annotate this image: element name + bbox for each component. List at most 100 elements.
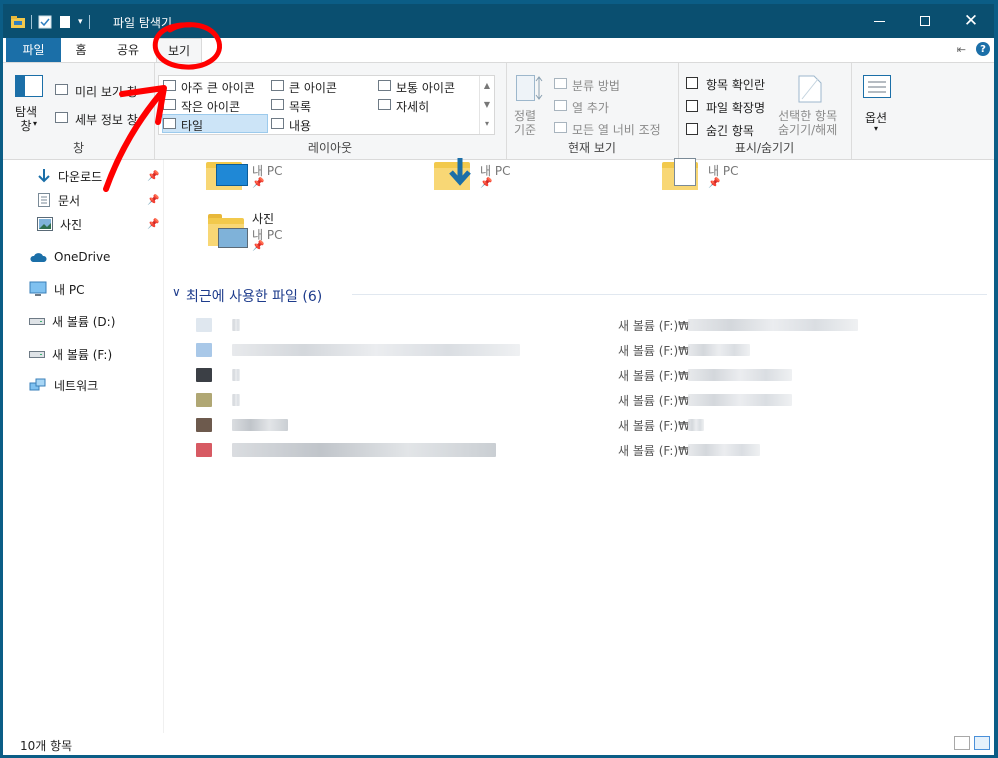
nav-pane-button[interactable]: 탐색 창 ▾ [13, 75, 43, 141]
group-label-show-hide: 표시/숨기기 [734, 141, 795, 155]
hidden-items-toggle[interactable]: 숨긴 항목 [686, 121, 776, 139]
properties-icon[interactable] [38, 15, 52, 29]
file-location: 새 볼륨 (F:)₩ [618, 344, 690, 358]
nav-item-pictures[interactable]: 사진 [37, 214, 82, 234]
nav-item-drive-d[interactable]: 새 볼륨 (D:) [29, 311, 115, 331]
file-extensions-toggle[interactable]: 파일 확장명 [686, 98, 776, 116]
layout-extra-large-icons[interactable]: 아주 큰 아이콘 [163, 78, 267, 95]
recent-file-row[interactable]: 새 볼륨 (F:)₩ [164, 414, 984, 436]
medium-icons-icon [378, 80, 391, 91]
item-checkboxes-toggle[interactable]: 항목 확인란 [686, 75, 776, 93]
layout-tiles[interactable]: 타일 [163, 116, 267, 133]
tile-pictures[interactable]: 사진 내 PC 📌 [208, 208, 408, 256]
add-columns-button[interactable]: 열 추가 [554, 97, 674, 115]
file-location: 새 볼륨 (F:)₩ [618, 419, 690, 433]
file-type-icon [196, 443, 212, 457]
tab-share[interactable]: 공유 [106, 38, 150, 62]
checkbox[interactable] [686, 100, 698, 112]
close-icon: ✕ [963, 10, 979, 31]
recent-file-row[interactable]: 새 볼륨 (F:)₩ [164, 389, 984, 411]
tab-home[interactable]: 홈 [61, 38, 101, 62]
group-by-button[interactable]: 분류 방법 [554, 75, 674, 93]
scroll-down-icon[interactable]: ▼ [480, 95, 494, 114]
nav-item-label: 사진 [60, 217, 83, 232]
file-type-icon [196, 418, 212, 432]
nav-item-label: 문서 [58, 193, 81, 208]
layout-item-label: 큰 아이콘 [289, 81, 337, 95]
layout-medium-icons[interactable]: 보통 아이콘 [378, 78, 478, 95]
pin-ribbon-icon[interactable]: ⇤ [957, 43, 966, 56]
tab-file[interactable]: 파일 [6, 38, 61, 62]
nav-item-network[interactable]: 네트워크 [29, 375, 98, 395]
layout-large-icons[interactable]: 큰 아이콘 [271, 78, 371, 95]
layout-details[interactable]: 자세히 [378, 97, 478, 114]
maximize-button[interactable] [902, 4, 948, 38]
options-button[interactable]: 옵션 ▾ [855, 75, 899, 141]
minimize-button[interactable] [856, 4, 902, 38]
large-icons-view-button[interactable] [974, 736, 990, 750]
nav-item-drive-f[interactable]: 새 볼륨 (F:) [29, 344, 112, 364]
scroll-up-icon[interactable]: ▲ [480, 76, 494, 95]
tile-desktop[interactable]: 내 PC 📌 [206, 160, 406, 194]
close-button[interactable]: ✕ [948, 4, 994, 38]
size-all-columns-button[interactable]: 모든 열 너비 조정 [554, 119, 676, 137]
group-layout: 아주 큰 아이콘 큰 아이콘 보통 아이콘 작은 아이콘 목록 자세히 타일 내… [154, 63, 507, 159]
checkbox[interactable] [686, 77, 698, 89]
help-icon[interactable]: ? [976, 42, 990, 56]
drive-icon [29, 318, 45, 325]
layout-small-icons[interactable]: 작은 아이콘 [163, 97, 267, 114]
nav-pane-dropdown-icon: ▾ [33, 119, 38, 128]
pin-icon: 📌 [708, 178, 721, 189]
file-location: 새 볼륨 (F:)₩ [618, 319, 690, 333]
nav-item-label: 다운로드 [58, 169, 103, 184]
item-count: 10개 항목 [20, 739, 73, 753]
preview-pane-button[interactable]: 미리 보기 창 [55, 81, 152, 99]
large-icons-icon [271, 80, 284, 91]
cloud-icon [30, 253, 47, 262]
collapse-chevron-icon[interactable]: ∨ [172, 285, 181, 299]
status-bar: 10개 항목 [3, 733, 994, 755]
layout-content[interactable]: 내용 [271, 116, 371, 133]
details-view-button[interactable] [954, 736, 970, 750]
nav-item-label: 새 볼륨 (F:) [52, 347, 113, 362]
size-columns-icon [554, 122, 567, 133]
nav-item-this-pc[interactable]: 내 PC [29, 279, 84, 299]
folder-app-icon [11, 15, 25, 29]
preview-pane-label: 미리 보기 창 [75, 85, 138, 99]
document-icon [38, 193, 50, 207]
new-folder-icon[interactable] [58, 15, 72, 29]
file-type-icon [196, 318, 212, 332]
list-icon [271, 99, 284, 110]
checkbox-label: 숨긴 항목 [706, 124, 754, 138]
recent-file-row[interactable]: 새 볼륨 (F:)₩ [164, 339, 984, 361]
documents-folder-icon [662, 158, 698, 190]
tile-downloads[interactable]: 내 PC 📌 [434, 158, 634, 194]
tab-view[interactable]: 보기 [156, 38, 202, 62]
sort-by-label: 정렬 기준 [514, 109, 537, 137]
recent-file-row[interactable]: 새 볼륨 (F:)₩ [164, 439, 984, 461]
layout-gallery-scroll[interactable]: ▲ ▼ ▾ [479, 76, 494, 134]
details-pane-button[interactable]: 세부 정보 창 [55, 109, 152, 127]
recent-file-row[interactable]: 새 볼륨 (F:)₩ [164, 314, 984, 336]
customize-qat-chevron-icon[interactable]: ▾ [78, 17, 83, 27]
tile-documents[interactable]: 내 PC 📌 [662, 158, 862, 194]
recent-files-header[interactable]: ∨ 최근에 사용한 파일 (6) [172, 284, 987, 305]
recent-file-row[interactable]: 새 볼륨 (F:)₩ [164, 364, 984, 386]
details-pane-icon [55, 112, 68, 123]
recent-files-title: 최근에 사용한 파일 (6) [186, 289, 323, 305]
tile-title: 사진 [252, 212, 275, 226]
sort-by-button[interactable]: 정렬 기준 [512, 75, 548, 141]
hide-selected-items-button[interactable]: 선택한 항목 숨기기/해제 [776, 75, 848, 141]
checkbox[interactable] [686, 123, 698, 135]
gallery-more-icon[interactable]: ▾ [480, 114, 494, 133]
nav-item-onedrive[interactable]: OneDrive [29, 247, 110, 267]
nav-item-label: 내 PC [54, 282, 85, 297]
nav-item-downloads[interactable]: 다운로드 [37, 166, 102, 186]
layout-list[interactable]: 목록 [271, 97, 371, 114]
pin-icon: 📌 [147, 171, 160, 182]
pin-icon: 📌 [147, 195, 160, 206]
nav-item-documents[interactable]: 문서 [37, 190, 80, 210]
group-show-hide: 항목 확인란 파일 확장명 숨긴 항목 선택한 항목 숨기기/해제 표시/숨기기 [678, 63, 852, 159]
pin-icon: 📌 [147, 219, 160, 230]
extra-large-icons-icon [163, 80, 176, 91]
